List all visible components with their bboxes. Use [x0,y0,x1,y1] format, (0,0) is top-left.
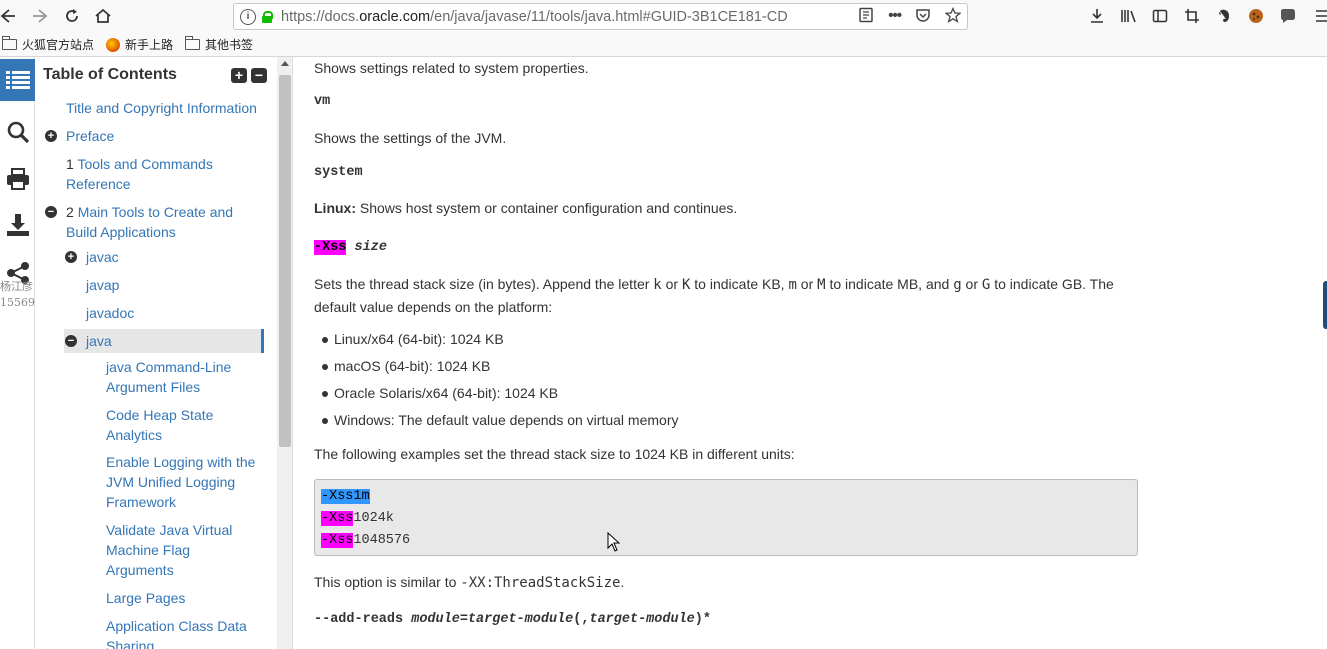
collapse-icon[interactable]: − [45,206,57,218]
toc-item-class-data-sharing[interactable]: Application Class Data Sharing [106,616,247,649]
toc-item-large-pages[interactable]: Large Pages [106,588,185,608]
screenshot-icon[interactable] [1182,6,1202,26]
library-icon[interactable] [1119,6,1139,26]
reader-view-icon[interactable] [858,7,874,27]
bookmark-getting-started[interactable]: 新手上路 [106,36,173,53]
sidebar-icon[interactable] [1150,6,1170,26]
toc-item-code-heap[interactable]: Code Heap State Analytics [106,405,213,445]
toc-item-title-copyright[interactable]: Title and Copyright Information [66,98,257,118]
list-item: macOS (64-bit): 1024 KB [321,358,491,374]
expand-all-icon[interactable]: + [231,68,247,83]
bookmark-star-icon[interactable] [944,6,962,27]
similar-option-note: This option is similar to -XX:ThreadStac… [314,574,625,591]
toc-item-validate-flags[interactable]: Validate Java Virtual Machine Flag Argumen… [106,520,232,580]
toc-title: Table of Contents [43,66,177,83]
info-icon[interactable]: i [240,8,256,25]
expand-icon[interactable]: + [45,130,57,142]
code-line: -Xss1024k [321,511,394,526]
toc-item-tools-commands[interactable]: 1 Tools and Commands Reference [66,154,213,194]
chat-icon[interactable] [1278,6,1298,26]
menu-icon[interactable] [1313,6,1327,26]
feedback-tab[interactable] [1323,281,1327,329]
term-system: system [314,165,363,180]
folder-icon [2,36,17,50]
evernote-icon[interactable] [1214,6,1234,26]
code-example[interactable]: -Xss1m -Xss1024k -Xss1048576 [314,479,1138,556]
url-bar[interactable]: i https://docs.oracle.com/en/java/javase… [233,3,968,30]
code-line: -Xss1048576 [321,533,411,548]
term-vm: vm [314,94,331,109]
bookmark-other-folder[interactable]: 其他书签 [185,36,253,53]
expand-icon[interactable]: + [65,251,77,263]
xss-flag: -Xss [314,240,347,255]
list-item: Windows: The default value depends on vi… [321,412,679,428]
toc-item-main-tools[interactable]: 2 Main Tools to Create and Build Applica… [66,202,233,242]
bookmarks-bar: 火狐官方站点 新手上路 其他书签 [0,33,1327,57]
vm-description: Shows the settings of the JVM. [314,130,507,146]
option-add-reads-heading: --add-reads module=target-module(,target… [314,612,711,627]
print-icon [6,168,29,190]
toc-scrollbar[interactable] [277,57,293,649]
print-button[interactable] [0,159,35,199]
toc-item-javap[interactable]: javap [86,275,119,295]
collapse-all-icon[interactable]: − [251,68,267,83]
list-item: Oracle Solaris/x64 (64-bit): 1024 KB [321,385,559,401]
pocket-icon[interactable] [915,7,931,27]
browser-toolbar: i https://docs.oracle.com/en/java/javase… [0,0,1327,33]
forward-icon[interactable] [28,4,52,28]
linux-description: Linux: Shows host system or container co… [314,200,738,216]
list-icon [5,71,30,89]
doc-content: Shows settings related to system propert… [294,57,1327,649]
mouse-cursor-icon [607,532,621,552]
doc-tool-rail: 杨江彦 15569640815 [0,57,77,649]
toc-toggle-button[interactable] [0,59,35,101]
list-item: Linux/x64 (64-bit): 1024 KB [322,331,504,347]
toc-item-argument-files[interactable]: java Command-Line Argument Files [106,357,231,397]
toc-item-java[interactable]: java [86,331,112,351]
xss-description: Sets the thread stack size (in bytes). A… [314,276,1114,315]
reload-icon[interactable] [60,4,84,28]
table-of-contents: Table of Contents + − Title and Copyrigh… [35,57,277,649]
firefox-icon [106,37,121,52]
home-icon[interactable] [91,4,115,28]
examples-intro: The following examples set the thread st… [314,446,795,462]
collapse-icon[interactable]: − [65,335,77,347]
download-button[interactable] [0,205,35,245]
toc-item-javadoc[interactable]: javadoc [86,303,134,323]
back-icon[interactable] [0,4,20,28]
system-props-description: Shows settings related to system propert… [314,60,589,76]
scroll-up-arrow-icon[interactable] [281,61,289,66]
download-icon [6,214,29,236]
search-icon [7,121,29,144]
toc-item-javac[interactable]: javac [86,247,119,267]
folder-icon [185,36,201,50]
scroll-thumb[interactable] [279,75,291,447]
code-line: -Xss1m [321,489,370,504]
toc-item-preface[interactable]: Preface [66,126,114,146]
bookmark-firefox-site[interactable]: 火狐官方站点 [2,36,94,53]
downloads-icon[interactable] [1087,6,1107,26]
url-text[interactable]: https://docs.oracle.com/en/java/javase/1… [281,9,821,25]
lock-icon [262,10,273,23]
extension-cookie-icon[interactable] [1246,6,1266,26]
search-button[interactable] [0,112,35,152]
option-xss-heading: -Xss size [314,240,387,255]
toc-item-unified-logging[interactable]: Enable Logging with the JVM Unified Loggi… [106,452,255,512]
page-actions-icon[interactable]: ••• [888,7,902,27]
url-actions: ••• [858,6,962,27]
